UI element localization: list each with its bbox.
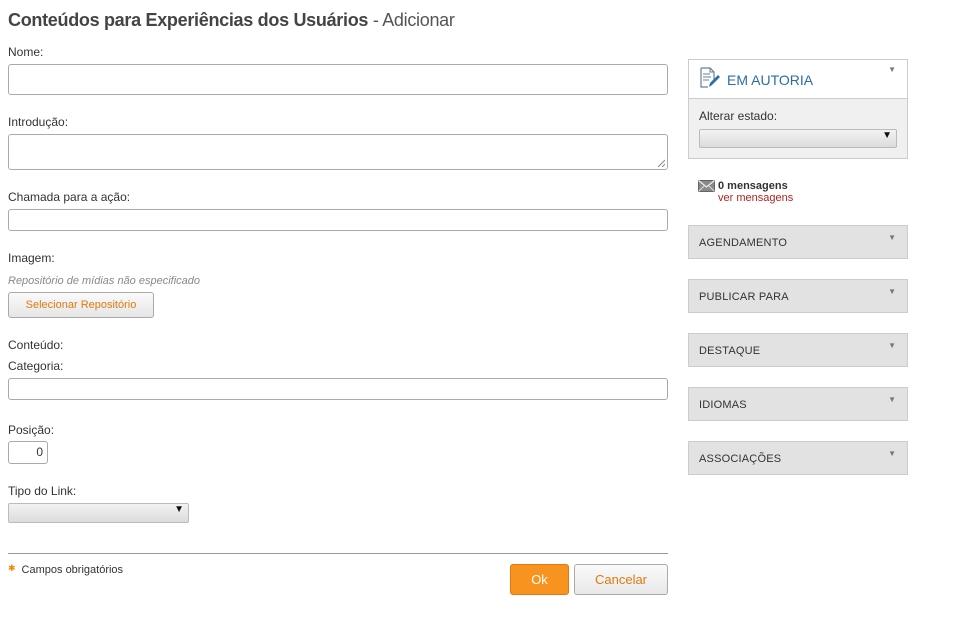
triangle-down-icon[interactable]: ▼ <box>888 65 896 74</box>
envelope-icon <box>698 180 715 192</box>
page-title-action: - Adicionar <box>372 10 455 30</box>
panel-associacoes[interactable]: ASSOCIAÇÕES ▼ <box>688 441 908 475</box>
nome-input[interactable] <box>8 64 668 95</box>
triangle-down-icon: ▼ <box>888 395 896 404</box>
panel-title: DESTAQUE <box>699 345 761 357</box>
categoria-label: Categoria: <box>8 359 64 373</box>
introducao-textarea[interactable] <box>8 134 668 170</box>
document-edit-icon <box>700 67 720 88</box>
page-title: Conteúdos para Experiências dos Usuários… <box>8 10 455 31</box>
panel-publicar-para[interactable]: PUBLICAR PARA ▼ <box>688 279 908 313</box>
panel-idiomas[interactable]: IDIOMAS ▼ <box>688 387 908 421</box>
chamada-input[interactable] <box>8 209 668 231</box>
conteudo-label: Conteúdo: <box>8 338 64 352</box>
repo-hint: Repositório de mídias não especificado <box>8 275 201 287</box>
posicao-label: Posição: <box>8 423 55 437</box>
chamada-label: Chamada para a ação: <box>8 190 131 204</box>
nome-label: Nome: <box>8 45 44 59</box>
status-body: Alterar estado: ▼ <box>689 99 907 158</box>
panel-destaque[interactable]: DESTAQUE ▼ <box>688 333 908 367</box>
imagem-label: Imagem: <box>8 251 55 265</box>
resize-handle-icon[interactable] <box>657 159 665 167</box>
introducao-label: Introdução: <box>8 115 69 129</box>
ok-button[interactable]: Ok <box>510 564 569 595</box>
alterar-estado-label: Alterar estado: <box>699 109 778 123</box>
triangle-down-icon: ▼ <box>888 341 896 350</box>
required-asterisk-icon: ✱ <box>8 563 16 573</box>
panel-title: PUBLICAR PARA <box>699 291 789 303</box>
required-note-text: Campos obrigatórios <box>21 564 124 576</box>
posicao-input[interactable]: 0 <box>8 441 48 464</box>
panel-agendamento[interactable]: AGENDAMENTO ▼ <box>688 225 908 259</box>
triangle-down-icon: ▼ <box>888 287 896 296</box>
messages-count: 0 mensagens <box>718 180 788 192</box>
categoria-input[interactable] <box>8 378 668 400</box>
page-title-main: Conteúdos para Experiências dos Usuários <box>8 10 369 30</box>
triangle-down-icon: ▼ <box>888 233 896 242</box>
tipo-link-label: Tipo do Link: <box>8 484 77 498</box>
ver-mensagens-link[interactable]: ver mensagens <box>718 192 793 204</box>
required-note: ✱ Campos obrigatórios <box>8 563 124 576</box>
status-label: EM AUTORIA <box>727 72 814 88</box>
triangle-down-icon: ▼ <box>888 449 896 458</box>
panel-title: AGENDAMENTO <box>699 237 788 249</box>
chevron-down-icon: ▼ <box>174 504 184 515</box>
panel-title: ASSOCIAÇÕES <box>699 453 782 465</box>
alterar-estado-select[interactable]: ▼ <box>699 129 897 148</box>
select-repository-button[interactable]: Selecionar Repositório <box>8 292 154 318</box>
status-header: EM AUTORIA ▼ <box>689 60 907 99</box>
chevron-down-icon: ▼ <box>882 130 892 141</box>
status-panel: EM AUTORIA ▼ Alterar estado: ▼ <box>688 59 908 159</box>
form-divider <box>8 553 668 554</box>
cancel-button[interactable]: Cancelar <box>574 564 668 595</box>
panel-title: IDIOMAS <box>699 399 747 411</box>
tipo-link-select[interactable]: ▼ <box>8 503 189 523</box>
